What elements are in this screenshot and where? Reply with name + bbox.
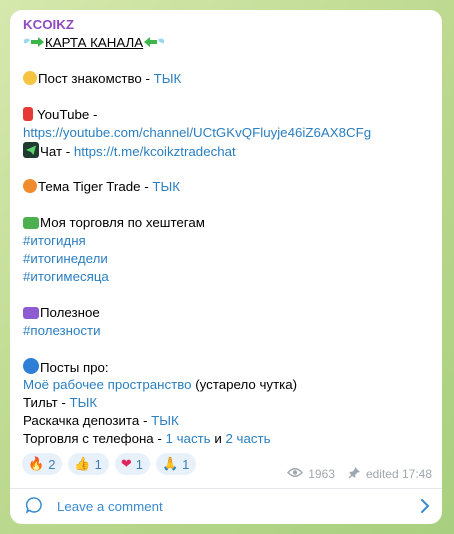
leave-comment-button[interactable]: Leave a comment — [10, 489, 442, 524]
phone-and: и — [210, 431, 226, 446]
tag-day-link[interactable]: #итогидня — [23, 233, 86, 248]
tag-line: #полезности — [23, 322, 432, 340]
channel-name[interactable]: KCOIKZ — [23, 16, 432, 34]
phone-line: Торговля с телефона - 1 часть и 2 часть — [23, 430, 432, 448]
phone-part2-link[interactable]: 2 часть — [225, 431, 270, 446]
phone-part1-link[interactable]: 1 часть — [166, 431, 211, 446]
tag-month-link[interactable]: #итогимесяца — [23, 269, 109, 284]
chat-link[interactable]: https://t.me/kcoikztradechat — [74, 144, 236, 159]
telegram-icon — [23, 142, 39, 158]
reaction-count: 1 — [94, 456, 102, 472]
fire-icon: 🔥 — [28, 456, 45, 471]
eye-icon — [287, 467, 304, 481]
arrow-right-icon — [23, 35, 45, 49]
leave-comment-label: Leave a comment — [57, 499, 163, 514]
comment-icon — [25, 496, 43, 517]
trading-line: Моя торговля по хештегам — [23, 214, 432, 232]
heart-icon: ❤ — [120, 456, 132, 471]
reaction-count: 1 — [135, 456, 143, 472]
tag-useful-link[interactable]: #полезности — [23, 323, 101, 338]
tiger-line: Тема Tiger Trade - ТЫК — [23, 178, 432, 196]
workspace-line: Моё рабочее пространство (устарело чутка… — [23, 376, 432, 394]
message-title-line: КАРТА КАНАЛА — [23, 34, 432, 52]
smile-icon — [23, 71, 37, 85]
reaction-fire[interactable]: 🔥 2 — [22, 453, 63, 475]
tag-week-link[interactable]: #итогинедели — [23, 251, 108, 266]
reaction-count: 1 — [182, 456, 190, 472]
posts-about-label: Посты про: — [40, 360, 109, 375]
message-content: KCOIKZ КАРТА КАНАЛА Пост знакомство - ТЫ… — [23, 16, 432, 448]
tilt-label: Тильт - — [23, 395, 70, 410]
useful-line: Полезное — [23, 304, 432, 322]
arrow-left-icon — [143, 35, 165, 49]
posts-about-line: Посты про: — [23, 358, 432, 376]
thumbs-up-icon: 👍 — [74, 456, 91, 471]
reaction-thumbs-up[interactable]: 👍 1 — [68, 453, 109, 475]
workspace-note: (устарело чутка) — [191, 377, 298, 392]
graduation-cap-icon — [23, 307, 39, 319]
deposit-label: Раскачка депозита - — [23, 413, 152, 428]
message-bubble: KCOIKZ КАРТА КАНАЛА Пост знакомство - ТЫ… — [10, 10, 442, 524]
reaction-count: 2 — [48, 456, 56, 472]
tag-line: #итогинедели — [23, 250, 432, 268]
message-meta: 1963 edited 17:48 — [287, 466, 432, 482]
post-intro-line: Пост знакомство - ТЫК — [23, 70, 432, 88]
pin-icon — [348, 466, 361, 482]
post-intro-label: Пост знакомство - — [38, 71, 154, 86]
money-icon — [23, 217, 39, 229]
useful-label: Полезное — [40, 305, 100, 320]
youtube-link[interactable]: https://youtube.com/channel/UCtGKvQFluyj… — [23, 125, 371, 140]
reaction-heart[interactable]: ❤ 1 — [114, 453, 150, 475]
youtube-icon — [23, 107, 33, 121]
post-intro-link[interactable]: ТЫК — [154, 71, 182, 86]
tag-line: #итогимесяца — [23, 268, 432, 286]
youtube-line: YouTube - — [23, 106, 432, 124]
tiger-link[interactable]: ТЫК — [152, 179, 180, 194]
chat-label: Чат - — [40, 144, 74, 159]
tilt-link[interactable]: ТЫК — [70, 395, 98, 410]
tiger-icon — [23, 179, 37, 193]
youtube-url-line: https://youtube.com/channel/UCtGKvQFluyj… — [23, 124, 432, 142]
chat-line: Чат - https://t.me/kcoikztradechat — [23, 142, 432, 160]
view-count: 1963 — [308, 467, 335, 481]
edited-time: edited 17:48 — [365, 467, 432, 481]
workspace-link[interactable]: Моё рабочее пространство — [23, 377, 192, 392]
deposit-line: Раскачка депозита - ТЫК — [23, 412, 432, 430]
reaction-pray[interactable]: 🙏 1 — [155, 453, 197, 475]
message-title: КАРТА КАНАЛА — [45, 35, 144, 50]
reactions-bar: 🔥 2 👍 1 ❤ 1 🙏 1 — [22, 453, 197, 475]
youtube-label: YouTube - — [37, 107, 98, 122]
deposit-link[interactable]: ТЫК — [151, 413, 179, 428]
chevron-right-icon — [420, 498, 430, 517]
globe-icon — [23, 358, 39, 374]
tiger-label: Тема Tiger Trade - — [38, 179, 153, 194]
trading-label: Моя торговля по хештегам — [40, 215, 205, 230]
pray-icon: 🙏 — [161, 456, 179, 471]
phone-label: Торговля с телефона - — [23, 431, 166, 446]
tag-line: #итогидня — [23, 232, 432, 250]
tilt-line: Тильт - ТЫК — [23, 394, 432, 412]
